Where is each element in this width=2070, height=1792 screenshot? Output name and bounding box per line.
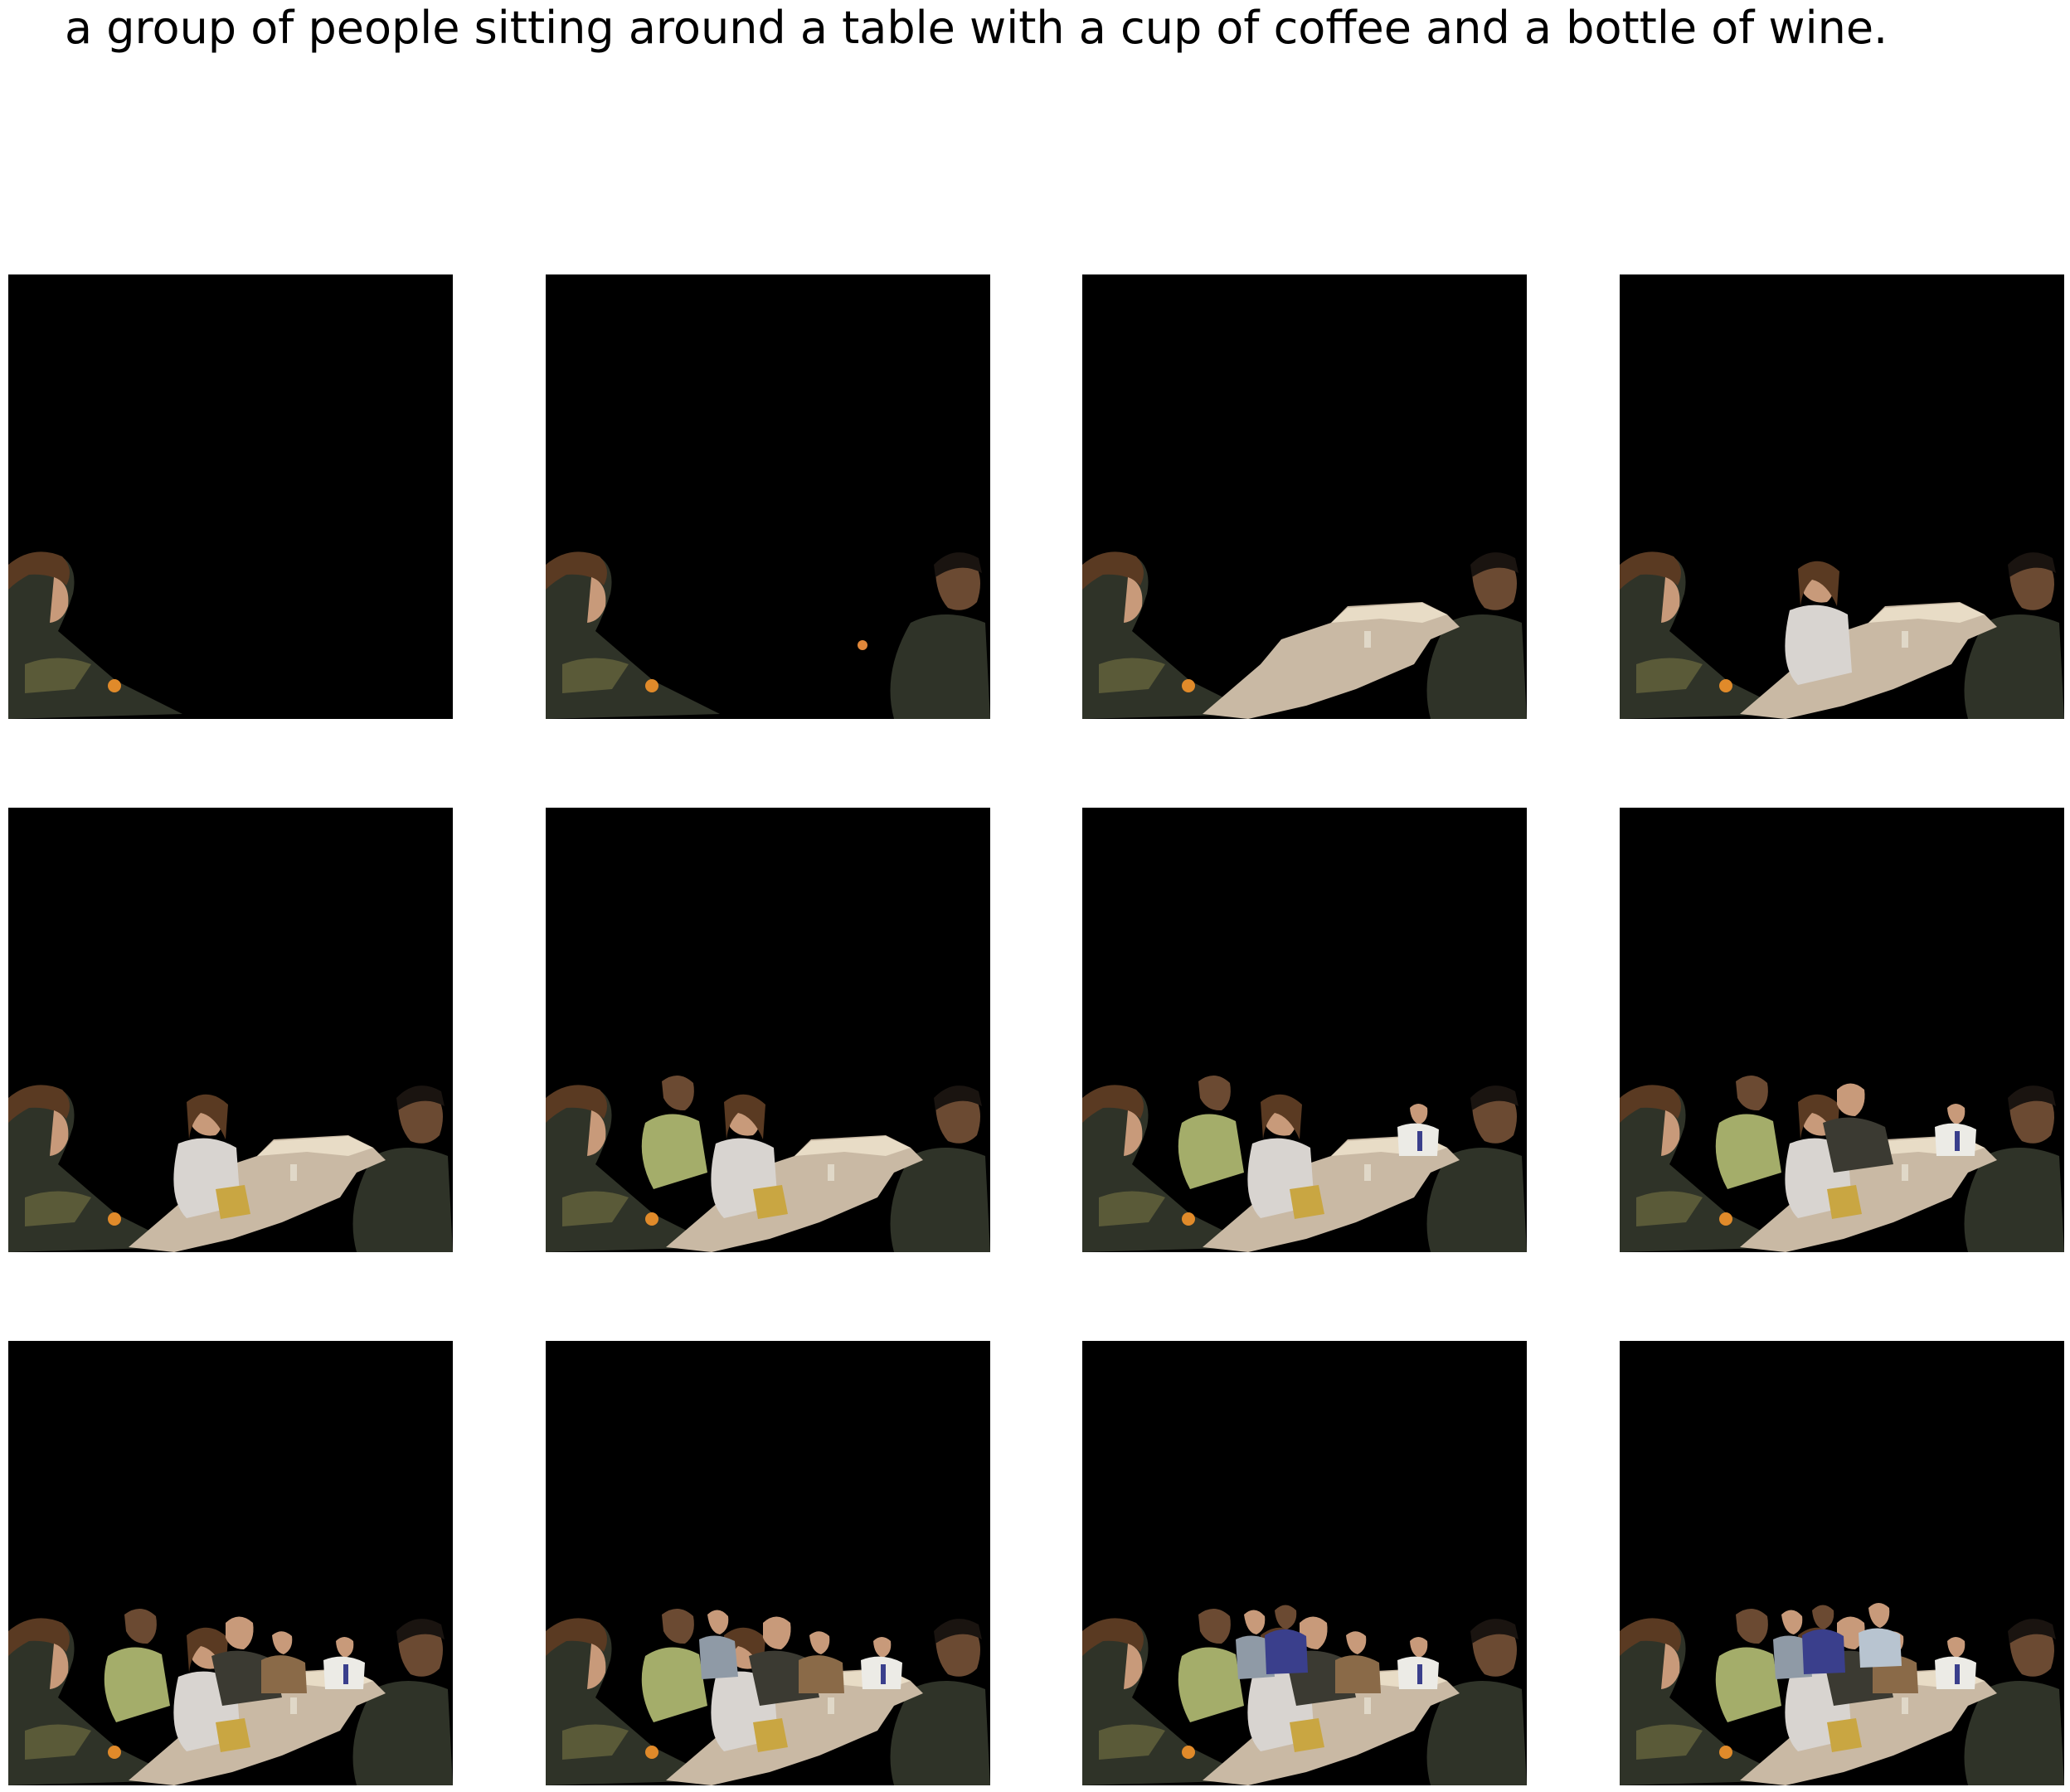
segment-man-green: [104, 1608, 170, 1722]
segment-gift: [216, 1718, 250, 1752]
segment-man-green: [641, 1075, 707, 1189]
segment-man-white-shirt: [1935, 1104, 1976, 1156]
panel-image-10: [546, 1608, 990, 1785]
segment-gift: [1290, 1718, 1324, 1752]
panel-image-7: [1082, 1075, 1527, 1252]
image-panel-3: [1082, 274, 1527, 719]
segment-gift: [753, 1718, 788, 1752]
segment-man-white-shirt: [1935, 1637, 1976, 1689]
segment-gift: [1827, 1185, 1862, 1219]
segment-man-tan: [1335, 1631, 1381, 1693]
segment-woman-back: [699, 1610, 738, 1679]
image-panel-7: [1082, 808, 1527, 1252]
panel-image-3: [1082, 551, 1527, 719]
image-panel-9: [8, 1341, 453, 1785]
segment-table: [1740, 602, 1997, 719]
panel-image-8: [1620, 1075, 2064, 1252]
segment-gift: [753, 1185, 788, 1219]
image-panel-10: [546, 1341, 990, 1785]
segment-man-right: [858, 552, 990, 719]
image-panel-12: [1620, 1341, 2064, 1785]
caption-text: a group of people sitting around a table…: [65, 2, 1888, 54]
segment-man-green: [1715, 1608, 1781, 1722]
panel-image-4: [1620, 551, 2064, 719]
panel-image-2: [546, 551, 990, 719]
image-panel-4: [1620, 274, 2064, 719]
segment-man-white-shirt: [323, 1637, 365, 1689]
segment-gift: [1827, 1718, 1862, 1752]
image-panel-1: [8, 274, 453, 719]
segment-woman-left: [8, 551, 182, 719]
panel-image-6: [546, 1075, 990, 1252]
image-panel-8: [1620, 808, 2064, 1252]
segment-man-blue: [1265, 1605, 1308, 1674]
panel-image-1: [8, 551, 182, 719]
segment-man-tan: [799, 1631, 844, 1693]
segment-man-tan: [261, 1631, 307, 1693]
segment-woman-far: [1859, 1603, 1902, 1668]
segment-man-beard: [1823, 1083, 1893, 1173]
segment-table: [129, 1135, 386, 1252]
panel-image-12: [1620, 1603, 2064, 1785]
segment-man-green: [1178, 1075, 1244, 1189]
image-panel-11: [1082, 1341, 1527, 1785]
segment-table: [1203, 602, 1460, 719]
image-panel-2: [546, 274, 990, 719]
segment-man-blue: [1802, 1605, 1845, 1674]
segment-man-white-shirt: [861, 1637, 902, 1689]
segment-man-green: [1178, 1608, 1244, 1722]
segment-gift: [216, 1185, 250, 1219]
segment-woman-left: [546, 551, 720, 719]
segment-man-green: [1715, 1075, 1781, 1189]
panel-image-9: [8, 1608, 453, 1785]
segment-man-white-shirt: [1397, 1104, 1439, 1156]
segment-man-white-shirt: [1397, 1637, 1439, 1689]
image-panel-5: [8, 808, 453, 1252]
panel-image-5: [8, 1085, 453, 1252]
segment-gift: [1290, 1185, 1324, 1219]
segment-woman-center: [1785, 561, 1852, 685]
segment-table: [666, 1135, 923, 1252]
image-panel-6: [546, 808, 990, 1252]
segment-man-green: [641, 1608, 707, 1722]
panel-image-11: [1082, 1605, 1527, 1785]
